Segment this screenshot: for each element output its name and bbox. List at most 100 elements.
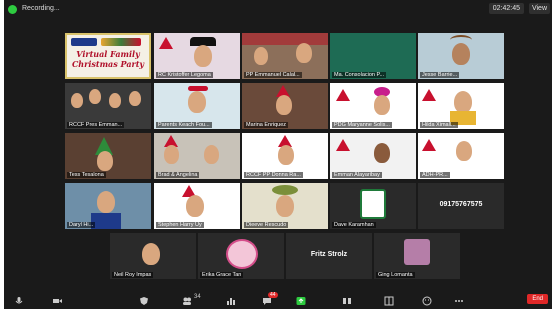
participant-face [186,195,204,217]
club-logo-icon [360,189,386,219]
participant-name: Tess Tesalona [67,172,106,178]
video-tile[interactable]: Hilda Ximall... [418,83,504,129]
participant-name: Marina Enriquez [244,122,289,128]
video-tile[interactable]: Marina Enriquez [242,83,328,129]
participant-face [142,243,160,265]
profile-picture [226,239,258,269]
video-tile[interactable]: Emman Alayaribay [330,133,416,179]
participant-face [454,91,472,113]
phone-number-label: 09175767575 [439,201,483,208]
people-icon[interactable] [182,293,192,305]
video-icon[interactable] [52,293,62,303]
participant-name: Stephen Harry Uy [156,222,204,228]
video-tile[interactable]: Erika Grace Tan [198,233,284,279]
santa-hat-icon [336,89,350,101]
video-tile[interactable]: Daryl Hi... [65,183,151,229]
meeting-timer: 02:42:45 [488,3,524,14]
participant-face [129,91,141,106]
participant-face [204,145,219,164]
participant-name: PDG Maryanne Solis... [332,122,392,128]
share-screen-icon[interactable] [296,293,306,305]
participant-display-name: Fritz Strolz [310,251,348,258]
participant-face [188,91,206,113]
party-hat-icon [272,185,298,195]
participant-face [278,145,294,165]
participant-name: RC Kristoffer Legoma [156,72,213,78]
participant-name: Daryl Hi... [67,222,96,228]
santa-hat-icon [159,37,173,49]
participant-face [194,45,212,67]
participant-name: Ging Lomanta [376,272,415,278]
bar-chart-icon[interactable] [226,293,236,305]
video-tile[interactable]: Stephen Harry Uy [154,183,240,229]
participant-face [89,89,101,104]
video-tile[interactable]: Jesse Barrie... [418,33,504,79]
video-tile[interactable]: Parents Keach Fou... [154,83,240,129]
participant-face [276,95,292,115]
video-tile[interactable]: PDG Maryanne Solis... [330,83,416,129]
participant-count: 34 [194,294,201,300]
recording-label: Recording... [22,5,60,12]
video-tile[interactable]: Dave Karamhan [330,183,416,229]
video-tile[interactable]: RCCF Pres Emman... [65,83,151,129]
view-button[interactable]: View [528,3,550,14]
participant-face [254,47,268,65]
rotary-logo [71,38,97,46]
partner-logo [101,38,141,46]
participant-name: Neil Roy Impas [112,272,154,278]
participant-name: Parents Keach Fou... [156,122,212,128]
participant-face [71,93,83,108]
participant-name: Erika Grace Tan [200,272,244,278]
video-tile[interactable]: Ma. Consolacion P... [330,33,416,79]
zoom-window: Recording... 02:42:45 View Virtual Famil… [4,0,552,309]
record-icon[interactable] [342,293,352,304]
video-tile[interactable]: Brad & Angelina [154,133,240,179]
participant-name: RCCF PP Donna Ra... [244,172,303,178]
video-tile[interactable]: Tess Tesalona [65,133,151,179]
participant-face [109,93,121,108]
participant-face [164,145,179,164]
banner-title: Virtual Family [76,49,140,59]
participant-face [97,151,113,171]
mic-icon[interactable] [14,293,24,304]
video-tile[interactable]: 09175767575 [418,183,504,229]
participant-name: Dieeve Rescudo [244,222,289,228]
participant-name: Ma. Consolacion P... [332,72,387,78]
participant-name: Brad & Angelina [156,172,200,178]
participant-face [456,141,472,161]
participant-face [374,143,390,163]
recording-icon [8,5,17,14]
santa-hat-icon [336,139,350,151]
smile-icon[interactable] [422,293,432,306]
end-meeting-button[interactable]: End [527,294,548,304]
participant-face [452,43,470,65]
participant-name: Dave Karamhan [332,222,376,228]
video-tile[interactable]: PP Emmanuel Calal... [242,33,328,79]
video-tile[interactable]: ADH-PR... [418,133,504,179]
participant-name: Hilda Ximall... [420,122,458,128]
participant-name: PP Emmanuel Calal... [244,72,302,78]
blue-shirt [91,213,121,229]
more-icon[interactable] [454,293,464,303]
participant-face [97,191,115,213]
video-tile-banner[interactable]: Virtual Family Christmas Party [65,33,151,79]
video-tile[interactable]: RC Kristoffer Legoma [154,33,240,79]
video-tile[interactable]: Fritz Strolz [286,233,372,279]
banner-subtitle: Christmas Party [71,59,145,69]
participant-name: ADH-PR... [420,172,450,178]
video-tile[interactable]: Ging Lomanta [374,233,460,279]
santa-hat-icon [422,139,436,151]
breakout-icon[interactable] [384,293,394,306]
top-bar: Recording... 02:42:45 View [4,0,552,22]
chat-badge: 44 [268,292,278,298]
participant-face [296,43,312,63]
video-tile[interactable]: RCCF PP Donna Ra... [242,133,328,179]
santa-hat-icon [422,89,436,101]
shield-icon[interactable] [139,293,149,305]
meeting-toolbar: 34 44 End [4,290,552,309]
participant-face [276,195,294,217]
participant-name: Jesse Barrie... [420,72,460,78]
video-tile[interactable]: Dieeve Rescudo [242,183,328,229]
video-tile[interactable]: Neil Roy Impas [110,233,196,279]
background-wall [242,33,328,45]
